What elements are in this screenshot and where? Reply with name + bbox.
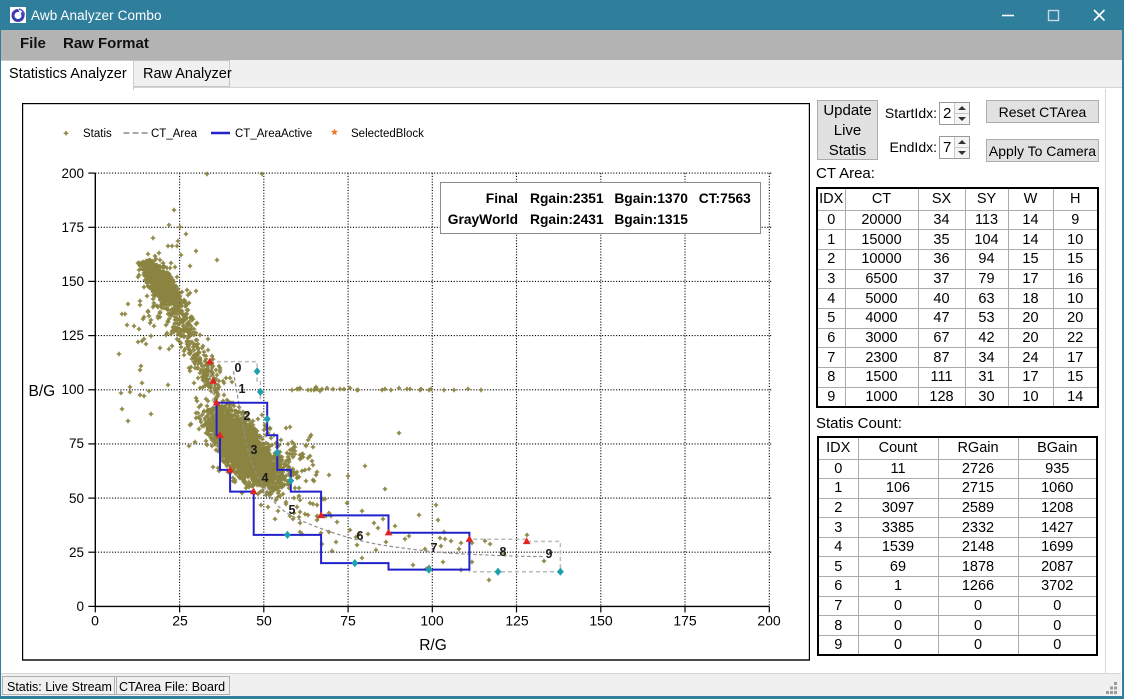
svg-text:5: 5 [289, 503, 296, 517]
svg-text:CT_Area: CT_Area [151, 128, 198, 140]
svg-text:2: 2 [244, 409, 251, 423]
svg-text:B/G: B/G [29, 383, 56, 400]
svg-text:50: 50 [69, 491, 84, 506]
svg-text:7: 7 [431, 541, 438, 555]
svg-text:Statis: Statis [83, 128, 112, 140]
svg-text:200: 200 [61, 166, 84, 181]
svg-text:175: 175 [61, 220, 84, 235]
svg-text:0: 0 [91, 613, 99, 629]
svg-text:4: 4 [262, 471, 269, 485]
svg-text:75: 75 [69, 436, 84, 451]
svg-text:25: 25 [172, 613, 188, 629]
svg-text:125: 125 [505, 613, 529, 629]
svg-text:Final: Final [486, 191, 518, 206]
svg-text:75: 75 [340, 613, 356, 629]
svg-text:Rgain:2351 Bgain:1370 CT:756: Rgain:2351 Bgain:1370 CT:7563 [530, 191, 751, 206]
svg-text:9: 9 [546, 547, 553, 561]
svg-text:CT_AreaActive: CT_AreaActive [235, 128, 312, 140]
svg-text:SelectedBlock: SelectedBlock [351, 128, 424, 140]
svg-text:R/G: R/G [419, 637, 447, 654]
svg-text:150: 150 [589, 613, 613, 629]
svg-text:100: 100 [420, 613, 444, 629]
svg-text:0: 0 [235, 361, 242, 375]
svg-text:200: 200 [757, 613, 781, 629]
svg-text:150: 150 [61, 274, 84, 289]
svg-text:GrayWorld: GrayWorld [448, 212, 518, 227]
svg-text:175: 175 [673, 613, 697, 629]
svg-text:8: 8 [500, 545, 507, 559]
svg-text:1: 1 [239, 382, 246, 396]
svg-text:Rgain:2431 Bgain:1315: Rgain:2431 Bgain:1315 [530, 212, 688, 227]
svg-text:25: 25 [69, 545, 84, 560]
svg-text:6: 6 [357, 529, 364, 543]
svg-text:125: 125 [61, 328, 84, 343]
svg-text:100: 100 [61, 382, 84, 397]
svg-text:50: 50 [256, 613, 272, 629]
svg-text:0: 0 [76, 599, 84, 614]
svg-text:3: 3 [251, 443, 258, 457]
